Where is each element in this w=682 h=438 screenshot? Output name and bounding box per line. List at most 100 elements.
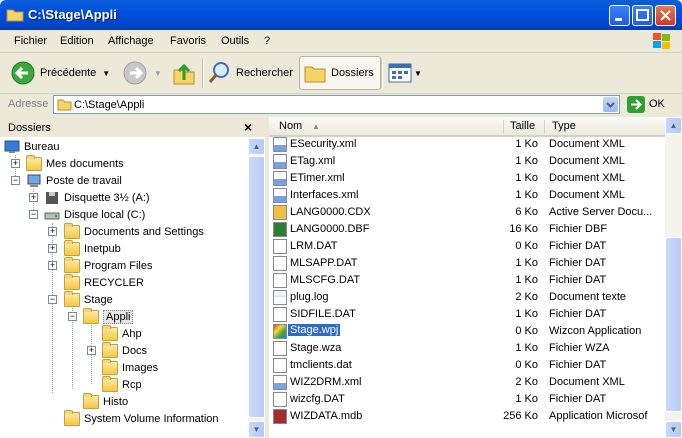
file-name: LRM.DAT xyxy=(290,240,338,252)
folder-icon xyxy=(102,358,118,375)
file-row[interactable]: plug.log 2 Ko Document texte xyxy=(269,289,665,306)
column-name[interactable]: Nom xyxy=(279,120,302,132)
collapse-icon[interactable]: − xyxy=(68,312,77,321)
go-label[interactable]: OK xyxy=(649,98,665,110)
file-row[interactable]: tmclients.dat 0 Ko Fichier DAT xyxy=(269,357,665,374)
address-input[interactable]: C:\Stage\Appli xyxy=(53,95,620,114)
scroll-up-icon[interactable]: ▲ xyxy=(665,117,682,134)
folders-scrollbar[interactable]: ▲ ▼ xyxy=(248,138,265,438)
close-icon xyxy=(660,10,671,21)
tree-item-appli[interactable]: Appli xyxy=(83,307,134,325)
file-row[interactable]: MLSAPP.DAT 1 Ko Fichier DAT xyxy=(269,255,665,272)
close-pane-icon[interactable]: × xyxy=(244,119,252,135)
column-size[interactable]: Taille xyxy=(510,120,535,132)
xml-file-icon xyxy=(273,171,287,186)
expand-icon[interactable]: + xyxy=(29,193,38,202)
file-type: Document XML xyxy=(549,172,625,184)
tree-item-bureau[interactable]: Bureau xyxy=(4,138,59,155)
tree-item-program-files[interactable]: Program Files xyxy=(64,256,152,274)
up-folder-button[interactable] xyxy=(172,56,196,90)
file-row[interactable]: Stage.wza 1 Ko Fichier WZA xyxy=(269,340,665,357)
column-separator[interactable] xyxy=(503,120,504,133)
file-type: Document XML xyxy=(549,376,625,388)
file-row[interactable]: LRM.DAT 0 Ko Fichier DAT xyxy=(269,238,665,255)
file-size: 1 Ko xyxy=(515,189,538,201)
tree-item-documents-and-settings[interactable]: Documents and Settings xyxy=(64,222,204,240)
file-row[interactable]: MLSCFG.DAT 1 Ko Fichier DAT xyxy=(269,272,665,289)
menu-edition[interactable]: Edition xyxy=(60,35,94,47)
scroll-down-icon[interactable]: ▼ xyxy=(248,421,265,438)
scroll-up-icon[interactable]: ▲ xyxy=(248,138,265,155)
menu-fichier[interactable]: Fichier xyxy=(14,35,47,47)
tree-item-stage[interactable]: Stage xyxy=(64,290,113,308)
windows-logo-icon xyxy=(653,33,670,49)
back-button[interactable]: Précédente ▼ xyxy=(10,56,110,90)
file-row-selected[interactable]: Stage.wpj 0 Ko Wizcon Application xyxy=(269,323,665,340)
tree-item-system-volume-information[interactable]: System Volume Information xyxy=(64,409,219,427)
menu-outils[interactable]: Outils xyxy=(221,35,249,47)
column-type[interactable]: Type xyxy=(552,120,576,132)
collapse-icon[interactable]: − xyxy=(11,176,20,185)
views-button[interactable]: ▼ xyxy=(388,56,422,90)
close-button[interactable] xyxy=(655,5,676,26)
collapse-icon[interactable]: − xyxy=(29,210,38,219)
minimize-icon xyxy=(615,18,622,21)
expand-icon[interactable]: + xyxy=(11,159,20,168)
tree-item-rcp[interactable]: Rcp xyxy=(102,375,142,393)
minimize-button[interactable] xyxy=(609,5,630,26)
address-dropdown-button[interactable] xyxy=(603,97,618,112)
tree-item-ahp[interactable]: Ahp xyxy=(102,324,142,342)
files-scrollbar[interactable]: ▲ ▼ xyxy=(665,117,682,438)
menu-help[interactable]: ? xyxy=(264,35,270,47)
menu-affichage[interactable]: Affichage xyxy=(108,35,154,47)
tree-item-recycler[interactable]: RECYCLER xyxy=(64,273,144,291)
folders-button[interactable]: Dossiers xyxy=(299,56,381,90)
file-row[interactable]: LANG0000.DBF 16 Ko Fichier DBF xyxy=(269,221,665,238)
file-row[interactable]: ETimer.xml 1 Ko Document XML xyxy=(269,170,665,187)
file-name: tmclients.dat xyxy=(290,359,352,371)
tree-item-mes-documents[interactable]: Mes documents xyxy=(26,154,124,172)
sort-ascending-icon: ▲ xyxy=(312,122,320,131)
expand-icon[interactable]: + xyxy=(48,261,57,270)
expand-icon[interactable]: + xyxy=(48,227,57,236)
file-row[interactable]: wizcfg.DAT 1 Ko Fichier DAT xyxy=(269,391,665,408)
column-separator[interactable] xyxy=(544,120,545,133)
tree-item-disque-local[interactable]: Disque local (C:) xyxy=(44,206,145,223)
go-button[interactable] xyxy=(627,96,645,113)
file-row[interactable]: SIDFILE.DAT 1 Ko Fichier DAT xyxy=(269,306,665,323)
tree-item-poste-de-travail[interactable]: Poste de travail xyxy=(26,172,122,189)
file-row[interactable]: ESecurity.xml 1 Ko Document XML xyxy=(269,136,665,153)
window-title: C:\Stage\Appli xyxy=(28,7,117,22)
tree-item-images[interactable]: Images xyxy=(102,358,158,376)
scroll-thumb[interactable] xyxy=(248,156,265,418)
tree-item-disquette[interactable]: Disquette 3½ (A:) xyxy=(44,189,150,206)
file-row[interactable]: Interfaces.xml 1 Ko Document XML xyxy=(269,187,665,204)
folder-icon xyxy=(64,239,80,256)
tree-item-inetpub[interactable]: Inetpub xyxy=(64,239,121,257)
maximize-button[interactable] xyxy=(632,5,653,26)
expand-icon[interactable]: + xyxy=(87,346,96,355)
file-row[interactable]: LANG0000.CDX 6 Ko Active Server Docu... xyxy=(269,204,665,221)
file-row[interactable]: ETag.xml 1 Ko Document XML xyxy=(269,153,665,170)
scroll-thumb[interactable] xyxy=(665,237,682,412)
cdx-file-icon xyxy=(273,205,287,220)
tree-item-histo[interactable]: Histo xyxy=(83,392,128,410)
dat-file-icon xyxy=(273,239,287,254)
menu-favoris[interactable]: Favoris xyxy=(170,35,206,47)
dat-file-icon xyxy=(273,392,287,407)
forward-button[interactable]: ▼ xyxy=(122,56,162,90)
file-row[interactable]: WIZ2DRM.xml 2 Ko Document XML xyxy=(269,374,665,391)
back-dropdown-icon[interactable]: ▼ xyxy=(102,69,110,78)
folder-icon xyxy=(64,290,80,307)
scroll-down-icon[interactable]: ▼ xyxy=(665,421,682,438)
expand-icon[interactable]: + xyxy=(48,244,57,253)
tree-item-label: Appli xyxy=(103,309,134,324)
file-row[interactable]: WIZDATA.mdb 256 Ko Application Microsof xyxy=(269,408,665,425)
folders-pane-title: Dossiers xyxy=(8,122,51,134)
search-button[interactable]: Rechercher xyxy=(208,56,293,90)
tree-item-docs[interactable]: Docs xyxy=(102,341,147,359)
collapse-icon[interactable]: − xyxy=(48,295,57,304)
file-name: SIDFILE.DAT xyxy=(290,308,356,320)
tree-item-label: RECYCLER xyxy=(84,276,144,289)
folder-tree: Bureau + Mes documents − Poste de travai… xyxy=(0,138,248,438)
